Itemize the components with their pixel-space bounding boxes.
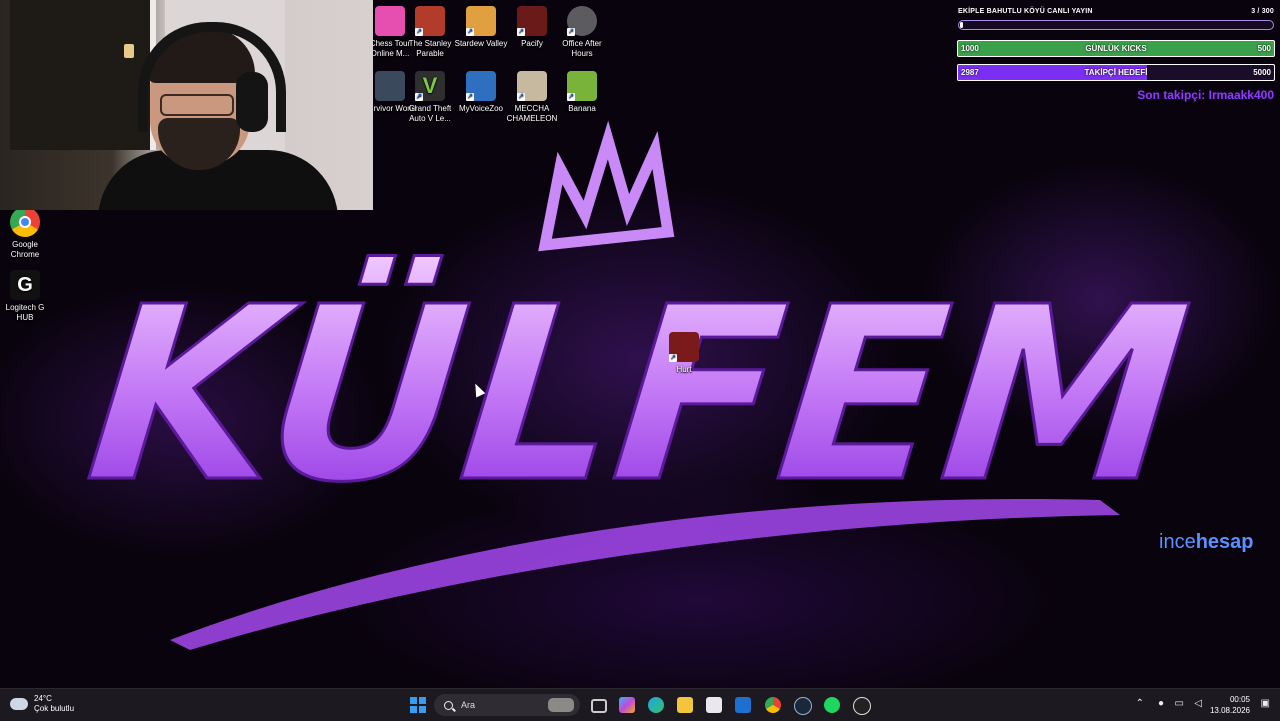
meccha-chameleon-icon: ↗ bbox=[517, 71, 547, 101]
icon-label: Stardew Valley bbox=[454, 39, 508, 48]
icon-label: MyVoiceZoo bbox=[458, 104, 504, 113]
microsoft-store-icon[interactable] bbox=[706, 697, 722, 713]
windows-start-icon[interactable] bbox=[410, 697, 426, 713]
desktop-icon-banana[interactable]: ↗ Banana bbox=[554, 71, 610, 114]
desktop-icon-gta-v[interactable]: V ↗ Grand Theft Auto V Le... bbox=[402, 71, 458, 124]
network-icon[interactable]: ▭ bbox=[1175, 698, 1184, 709]
goal-progress-bar bbox=[958, 20, 1274, 30]
survivor-world-icon bbox=[375, 71, 405, 101]
webcam-overlay bbox=[0, 0, 373, 210]
chevron-up-icon[interactable]: ⌃ bbox=[1136, 698, 1144, 709]
incehesap-watermark: incehesap bbox=[1159, 531, 1254, 553]
desktop-icon-google-chrome[interactable]: Google Chrome bbox=[0, 207, 53, 260]
icon-label: MECCHA CHAMELEON bbox=[506, 104, 558, 123]
desktop-icon-meccha-chameleon[interactable]: ↗ MECCHA CHAMELEON bbox=[504, 71, 560, 124]
logitech-g-icon: G bbox=[10, 270, 40, 300]
desktop-icon-logitech-g-hub[interactable]: G Logitech G HUB bbox=[0, 270, 53, 323]
file-explorer-icon[interactable] bbox=[677, 697, 693, 713]
desktop-icon-office-after-hours[interactable]: ↗ Office After Hours bbox=[554, 6, 610, 59]
notification-icon[interactable]: ▣ bbox=[1261, 698, 1270, 709]
weather-desc: Çok bulutlu bbox=[34, 704, 75, 713]
daily-kicks-bar: 1000 GÜNLÜK KICKS 500 bbox=[957, 40, 1275, 57]
edge-icon[interactable] bbox=[648, 697, 664, 713]
myvoicezoo-icon: ↗ bbox=[466, 71, 496, 101]
kicks-label: GÜNLÜK KICKS bbox=[1085, 44, 1147, 53]
follower-goal-bar: 2987 TAKİPÇİ HEDEFİ 5000 bbox=[957, 64, 1275, 81]
desktop-icon-pacify[interactable]: ↗ Pacify bbox=[504, 6, 560, 49]
stardew-valley-icon: ↗ bbox=[466, 6, 496, 36]
chess-tour-icon bbox=[375, 6, 405, 36]
icon-label: Banana bbox=[568, 104, 596, 113]
goal-count: 3 / 300 bbox=[1251, 8, 1274, 15]
icon-label: The Stanley Parable bbox=[408, 39, 452, 58]
pacify-icon: ↗ bbox=[517, 6, 547, 36]
search-icon bbox=[444, 700, 453, 710]
icon-label: Google Chrome bbox=[10, 240, 40, 259]
icon-label: Hurt bbox=[676, 365, 692, 374]
clock-date: 13.08.2026 bbox=[1209, 706, 1250, 715]
copilot-icon[interactable] bbox=[619, 697, 635, 713]
cloudy-weather-icon bbox=[10, 693, 28, 710]
stanley-parable-icon: ↗ bbox=[415, 6, 445, 36]
icon-label: Grand Theft Auto V Le... bbox=[408, 104, 452, 123]
obs-icon[interactable] bbox=[853, 697, 871, 715]
kicks-target: 500 bbox=[1257, 44, 1271, 53]
search-placeholder: Ara bbox=[461, 700, 476, 710]
taskbar: 24°C Çok bulutlu Ara ⌃ ● ▭ ◁ 00:05 13.08… bbox=[0, 688, 1280, 721]
search-highlight-image bbox=[548, 698, 574, 712]
steam-icon[interactable] bbox=[794, 697, 812, 715]
clock-time: 00:05 bbox=[1229, 695, 1250, 704]
desktop-icon-stanley-parable[interactable]: ↗ The Stanley Parable bbox=[402, 6, 458, 59]
stream-goal-widget: EKİPLE BAHUTLU KÖYÜ CANLI YAYIN 3 / 300 bbox=[958, 8, 1274, 30]
taskbar-search[interactable]: Ara bbox=[434, 694, 580, 716]
gta-v-icon: V ↗ bbox=[415, 71, 445, 101]
banana-icon: ↗ bbox=[567, 71, 597, 101]
goal-label: EKİPLE BAHUTLU KÖYÜ CANLI YAYIN bbox=[958, 8, 1093, 15]
taskbar-clock[interactable]: 00:05 13.08.2026 bbox=[1210, 694, 1250, 716]
follower-label: TAKİPÇİ HEDEFİ bbox=[1084, 68, 1148, 77]
office-after-hours-icon: ↗ bbox=[567, 6, 597, 36]
spotify-icon[interactable] bbox=[824, 697, 840, 713]
microphone-icon[interactable]: ● bbox=[1158, 698, 1164, 709]
last-follower-text: Son takipçi: Irmaakk400 bbox=[1137, 88, 1274, 102]
icon-label: Office After Hours bbox=[562, 39, 602, 58]
desktop-icon-stardew-valley[interactable]: ↗ Stardew Valley bbox=[453, 6, 509, 49]
logo-text: KÜLFEM bbox=[78, 255, 1199, 535]
hurt-icon: ↗ bbox=[669, 332, 699, 362]
volume-icon[interactable]: ◁ bbox=[1194, 698, 1202, 709]
chrome-icon bbox=[10, 207, 40, 237]
desktop-icon-myvoicezoo[interactable]: ↗ MyVoiceZoo bbox=[453, 71, 509, 114]
weather-widget[interactable]: 24°C Çok bulutlu bbox=[10, 693, 75, 714]
chrome-taskbar-icon[interactable] bbox=[765, 697, 781, 713]
follower-target: 5000 bbox=[1253, 68, 1271, 77]
icon-label: Logitech G HUB bbox=[5, 303, 45, 322]
task-view-icon[interactable] bbox=[591, 699, 607, 713]
weather-temp: 24°C bbox=[34, 694, 52, 703]
icon-label: Pacify bbox=[521, 39, 543, 48]
outlook-icon[interactable] bbox=[735, 697, 751, 713]
desktop-icon-hurt[interactable]: ↗ Hurt bbox=[656, 332, 712, 375]
